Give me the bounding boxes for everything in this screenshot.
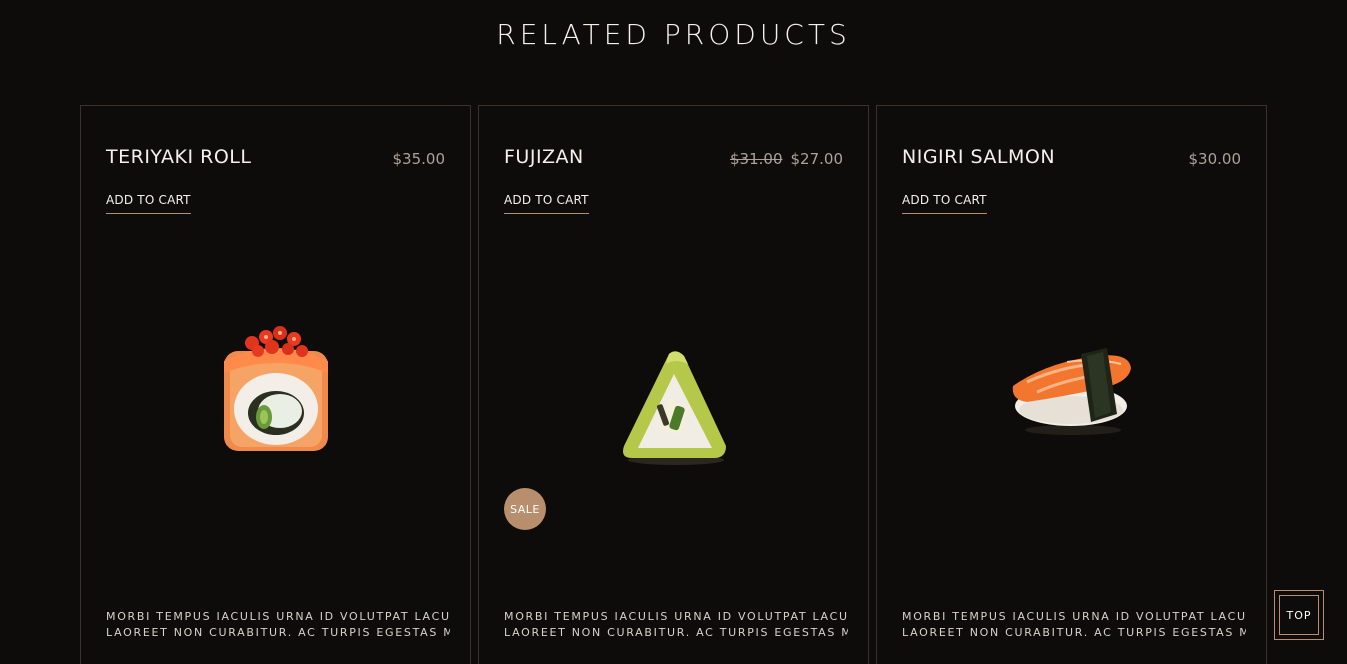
description-line: MORBI TEMPUS IACULIS URNA ID VOLUTPAT LA…: [106, 610, 450, 623]
card-header: TERIYAKI ROLL $35.00: [106, 146, 445, 176]
description-line: LAOREET NON CURABITUR. AC TURPIS EGESTAS…: [504, 626, 848, 639]
add-to-cart-button[interactable]: ADD TO CART: [902, 193, 987, 214]
product-title[interactable]: NIGIRI SALMON: [902, 146, 1055, 168]
back-to-top-label: TOP: [1279, 595, 1319, 635]
product-description: MORBI TEMPUS IACULIS URNA ID VOLUTPAT LA…: [106, 609, 450, 641]
product-card-teriyaki-roll[interactable]: TERIYAKI ROLL $35.00 ADD TO CART MORBI T…: [80, 105, 471, 664]
description-line: LAOREET NON CURABITUR. AC TURPIS EGESTAS…: [902, 626, 1246, 639]
description-line: MORBI TEMPUS IACULIS URNA ID VOLUTPAT LA…: [902, 610, 1246, 623]
product-title[interactable]: TERIYAKI ROLL: [106, 146, 251, 168]
section-title: RELATED PRODUCTS: [496, 18, 851, 51]
description-line: LAOREET NON CURABITUR. AC TURPIS EGESTAS…: [106, 626, 450, 639]
product-description: MORBI TEMPUS IACULIS URNA ID VOLUTPAT LA…: [504, 609, 848, 641]
product-card-nigiri-salmon[interactable]: NIGIRI SALMON $30.00 ADD TO CART MORBI T…: [876, 105, 1267, 664]
related-products-page: RELATED PRODUCTS TERIYAKI ROLL $35.00 AD…: [0, 0, 1347, 664]
back-to-top-button[interactable]: TOP: [1274, 590, 1324, 640]
product-price: $30.00: [1188, 150, 1242, 168]
add-to-cart-button[interactable]: ADD TO CART: [106, 193, 191, 214]
nigiri-salmon-image[interactable]: [1007, 338, 1137, 438]
product-card-fujizan[interactable]: FUJIZAN $31.00 $27.00 ADD TO CART SALE MO…: [478, 105, 869, 664]
description-line: MORBI TEMPUS IACULIS URNA ID VOLUTPAT LA…: [504, 610, 848, 623]
product-price: $31.00 $27.00: [730, 150, 843, 168]
sale-price: $27.00: [790, 150, 844, 168]
add-to-cart-button[interactable]: ADD TO CART: [504, 193, 589, 214]
card-header: FUJIZAN $31.00 $27.00: [504, 146, 843, 176]
card-header: NIGIRI SALMON $30.00: [902, 146, 1241, 176]
product-price: $35.00: [392, 150, 446, 168]
old-price: $31.00: [730, 150, 783, 168]
fujizan-image[interactable]: [614, 348, 734, 473]
sale-badge: SALE: [504, 488, 546, 530]
product-title[interactable]: FUJIZAN: [504, 146, 584, 168]
teriyaki-roll-image[interactable]: [216, 321, 336, 456]
product-description: MORBI TEMPUS IACULIS URNA ID VOLUTPAT LA…: [902, 609, 1246, 641]
